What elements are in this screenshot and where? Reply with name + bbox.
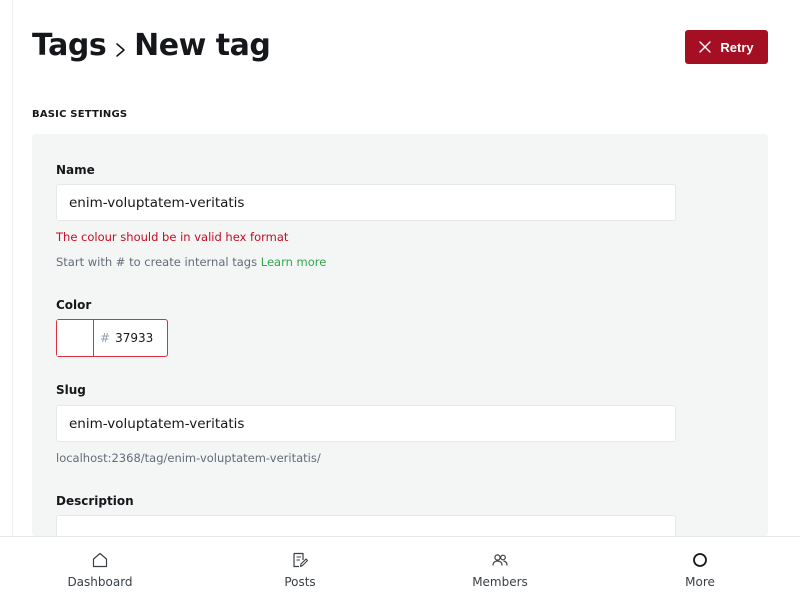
nav-posts-label: Posts [284, 575, 316, 589]
learn-more-link[interactable]: Learn more [261, 255, 327, 269]
nav-members-label: Members [472, 575, 528, 589]
description-input[interactable] [56, 515, 676, 536]
nav-members[interactable]: Members [400, 537, 600, 600]
color-hex-input[interactable]: 37933 [115, 331, 153, 345]
description-label: Description [56, 494, 134, 508]
slug-url-preview: localhost:2368/tag/enim-voluptatem-verit… [56, 451, 321, 465]
name-hint: Start with # to create internal tags Lea… [56, 255, 326, 269]
page-header: Tags New tag Retry [32, 26, 768, 70]
color-field[interactable]: # 37933 [56, 319, 168, 357]
settings-panel: Name enim-voluptatem-veritatis The colou… [32, 134, 768, 536]
name-hint-text: Start with # to create internal tags [56, 255, 258, 269]
color-error-message: The colour should be in valid hex format [56, 230, 289, 244]
name-input[interactable]: enim-voluptatem-veritatis [56, 184, 676, 221]
slug-input[interactable]: enim-voluptatem-veritatis [56, 405, 676, 442]
nav-more[interactable]: More [600, 537, 800, 600]
members-icon [492, 554, 508, 566]
close-icon [699, 41, 712, 53]
retry-button[interactable]: Retry [685, 30, 768, 64]
house-icon [92, 552, 108, 568]
nav-posts[interactable]: Posts [200, 537, 400, 600]
color-label: Color [56, 298, 92, 312]
breadcrumb-tags-link[interactable]: Tags [32, 28, 107, 63]
nav-dashboard[interactable]: Dashboard [0, 537, 200, 600]
color-swatch[interactable] [57, 320, 94, 356]
hash-symbol: # [100, 331, 111, 345]
slug-label: Slug [56, 383, 86, 397]
sidebar-divider [12, 0, 13, 536]
circle-icon [693, 553, 707, 567]
breadcrumb: Tags New tag [32, 28, 271, 63]
nav-more-label: More [685, 575, 715, 589]
name-label: Name [56, 163, 95, 177]
section-title: BASIC SETTINGS [32, 109, 128, 120]
retry-label: Retry [720, 39, 754, 55]
nav-dashboard-label: Dashboard [67, 575, 133, 589]
bottom-navigation: Dashboard Posts Members More [0, 536, 800, 600]
edit-document-icon [293, 552, 309, 568]
page-title: New tag [134, 28, 271, 63]
chevron-right-icon [112, 35, 130, 61]
